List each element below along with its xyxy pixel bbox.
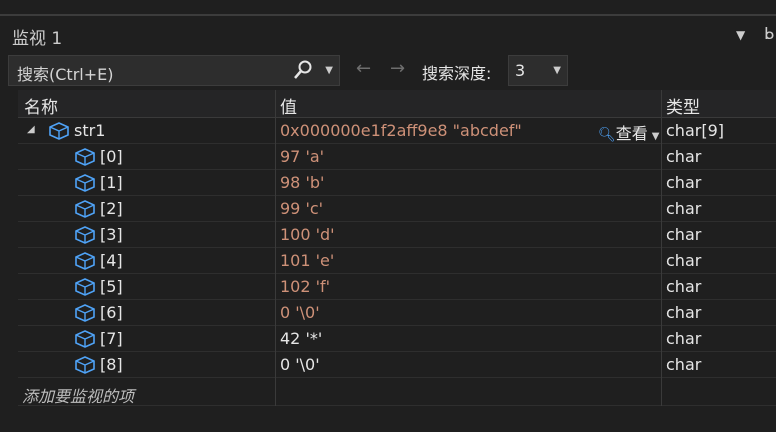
watch-value[interactable]: 0 '\0' <box>280 355 320 374</box>
add-watch-row[interactable]: 添加要监视的项 <box>18 380 776 406</box>
watch-name[interactable]: [7] <box>100 329 123 348</box>
watch-row-element[interactable]: [4] 101 'e' char <box>18 248 776 274</box>
watch-toolbar: 搜索(Ctrl+E) ▼ ← → 搜索深度: 3 ▼ <box>0 52 776 90</box>
watch-value[interactable]: 42 '*' <box>280 329 322 348</box>
watch-type: char[9] <box>666 121 724 140</box>
watch-name[interactable]: [5] <box>100 277 123 296</box>
watch-value[interactable]: 0 '\0' <box>280 303 320 322</box>
watch-row-element[interactable]: [6] 0 '\0' char <box>18 300 776 326</box>
watch-value[interactable]: 98 'b' <box>280 173 324 192</box>
watch-row-element[interactable]: [3] 100 'd' char <box>18 222 776 248</box>
variable-cube-icon <box>74 252 96 270</box>
top-strip <box>0 0 776 14</box>
search-input[interactable]: 搜索(Ctrl+E) <box>17 61 113 85</box>
watch-value[interactable]: 102 'f' <box>280 277 330 296</box>
watch-type: char <box>666 277 702 296</box>
watch-type: char <box>666 173 702 192</box>
watch-row-element[interactable]: [7] 42 '*' char <box>18 326 776 352</box>
watch-name[interactable]: [0] <box>100 147 123 166</box>
search-box[interactable]: 搜索(Ctrl+E) ▼ <box>8 55 340 86</box>
watch-row-element[interactable]: [5] 102 'f' char <box>18 274 776 300</box>
watch-name[interactable]: [4] <box>100 251 123 270</box>
watch-window-titlebar: 监视 1 ▼ ᖯ <box>0 14 776 52</box>
chevron-down-icon[interactable]: ▼ <box>553 65 561 76</box>
variable-cube-icon <box>74 226 96 244</box>
watch-row-element[interactable]: [0] 97 'a' char <box>18 144 776 170</box>
watch-name[interactable]: [3] <box>100 225 123 244</box>
search-depth-value: 3 <box>515 61 526 80</box>
column-header-type[interactable]: 类型 <box>666 93 700 118</box>
grid-header: 名称 值 类型 <box>18 90 776 118</box>
variable-cube-icon <box>74 174 96 192</box>
magnifier-icon: 🔍︎ <box>598 127 616 143</box>
variable-cube-icon <box>74 330 96 348</box>
window-menu-icon[interactable]: ▼ <box>736 28 745 42</box>
grid-gutter <box>0 90 18 406</box>
column-divider[interactable] <box>661 90 662 406</box>
watch-row-element[interactable]: [2] 99 'c' char <box>18 196 776 222</box>
watch-name[interactable]: str1 <box>74 121 105 140</box>
watch-type: char <box>666 355 702 374</box>
column-header-value[interactable]: 值 <box>280 93 297 118</box>
watch-type: char <box>666 303 702 322</box>
pin-icon[interactable]: ᖯ <box>764 24 774 43</box>
window-title: 监视 1 <box>12 29 63 49</box>
watch-name[interactable]: [1] <box>100 173 123 192</box>
watch-type: char <box>666 199 702 218</box>
watch-name[interactable]: [2] <box>100 199 123 218</box>
watch-value[interactable]: 100 'd' <box>280 225 335 244</box>
variable-cube-icon <box>74 304 96 322</box>
search-back-arrow-icon[interactable]: ← <box>356 58 371 79</box>
watch-grid: 名称 值 类型 ◢ str1 0x000000e1f2aff9e8 "abcdef"… <box>0 90 776 432</box>
watch-row-element[interactable]: [8] 0 '\0' char <box>18 352 776 378</box>
search-forward-arrow-icon[interactable]: → <box>390 58 405 79</box>
variable-cube-icon <box>74 356 96 374</box>
watch-type: char <box>666 329 702 348</box>
watch-name[interactable]: [6] <box>100 303 123 322</box>
watch-value[interactable]: 97 'a' <box>280 147 324 166</box>
watch-value[interactable]: 101 'e' <box>280 251 334 270</box>
variable-cube-icon <box>74 278 96 296</box>
add-watch-placeholder[interactable]: 添加要监视的项 <box>22 383 134 407</box>
chevron-down-icon[interactable]: ▼ <box>652 131 660 142</box>
watch-name[interactable]: [8] <box>100 355 123 374</box>
variable-cube-icon <box>74 148 96 166</box>
search-options-chevron-icon[interactable]: ▼ <box>325 65 333 76</box>
variable-cube-icon <box>74 200 96 218</box>
watch-type: char <box>666 225 702 244</box>
view-visualizer-button[interactable]: 🔍︎查看 ▼ <box>598 120 660 144</box>
variable-cube-icon <box>48 122 70 140</box>
search-icon[interactable] <box>293 59 313 86</box>
watch-type: char <box>666 251 702 270</box>
expand-collapse-icon[interactable]: ◢ <box>27 124 35 135</box>
watch-row-str1[interactable]: ◢ str1 0x000000e1f2aff9e8 "abcdef" 🔍︎查看 ▼ cha… <box>18 118 776 144</box>
search-depth-select[interactable]: 3 ▼ <box>508 55 568 86</box>
watch-row-element[interactable]: [1] 98 'b' char <box>18 170 776 196</box>
column-divider[interactable] <box>275 90 276 406</box>
column-header-name[interactable]: 名称 <box>24 93 58 118</box>
grid-footer <box>0 406 776 432</box>
watch-value[interactable]: 0x000000e1f2aff9e8 "abcdef" <box>280 121 522 140</box>
search-depth-label: 搜索深度: <box>422 64 492 83</box>
watch-value[interactable]: 99 'c' <box>280 199 323 218</box>
view-label: 查看 <box>615 124 648 143</box>
watch-type: char <box>666 147 702 166</box>
